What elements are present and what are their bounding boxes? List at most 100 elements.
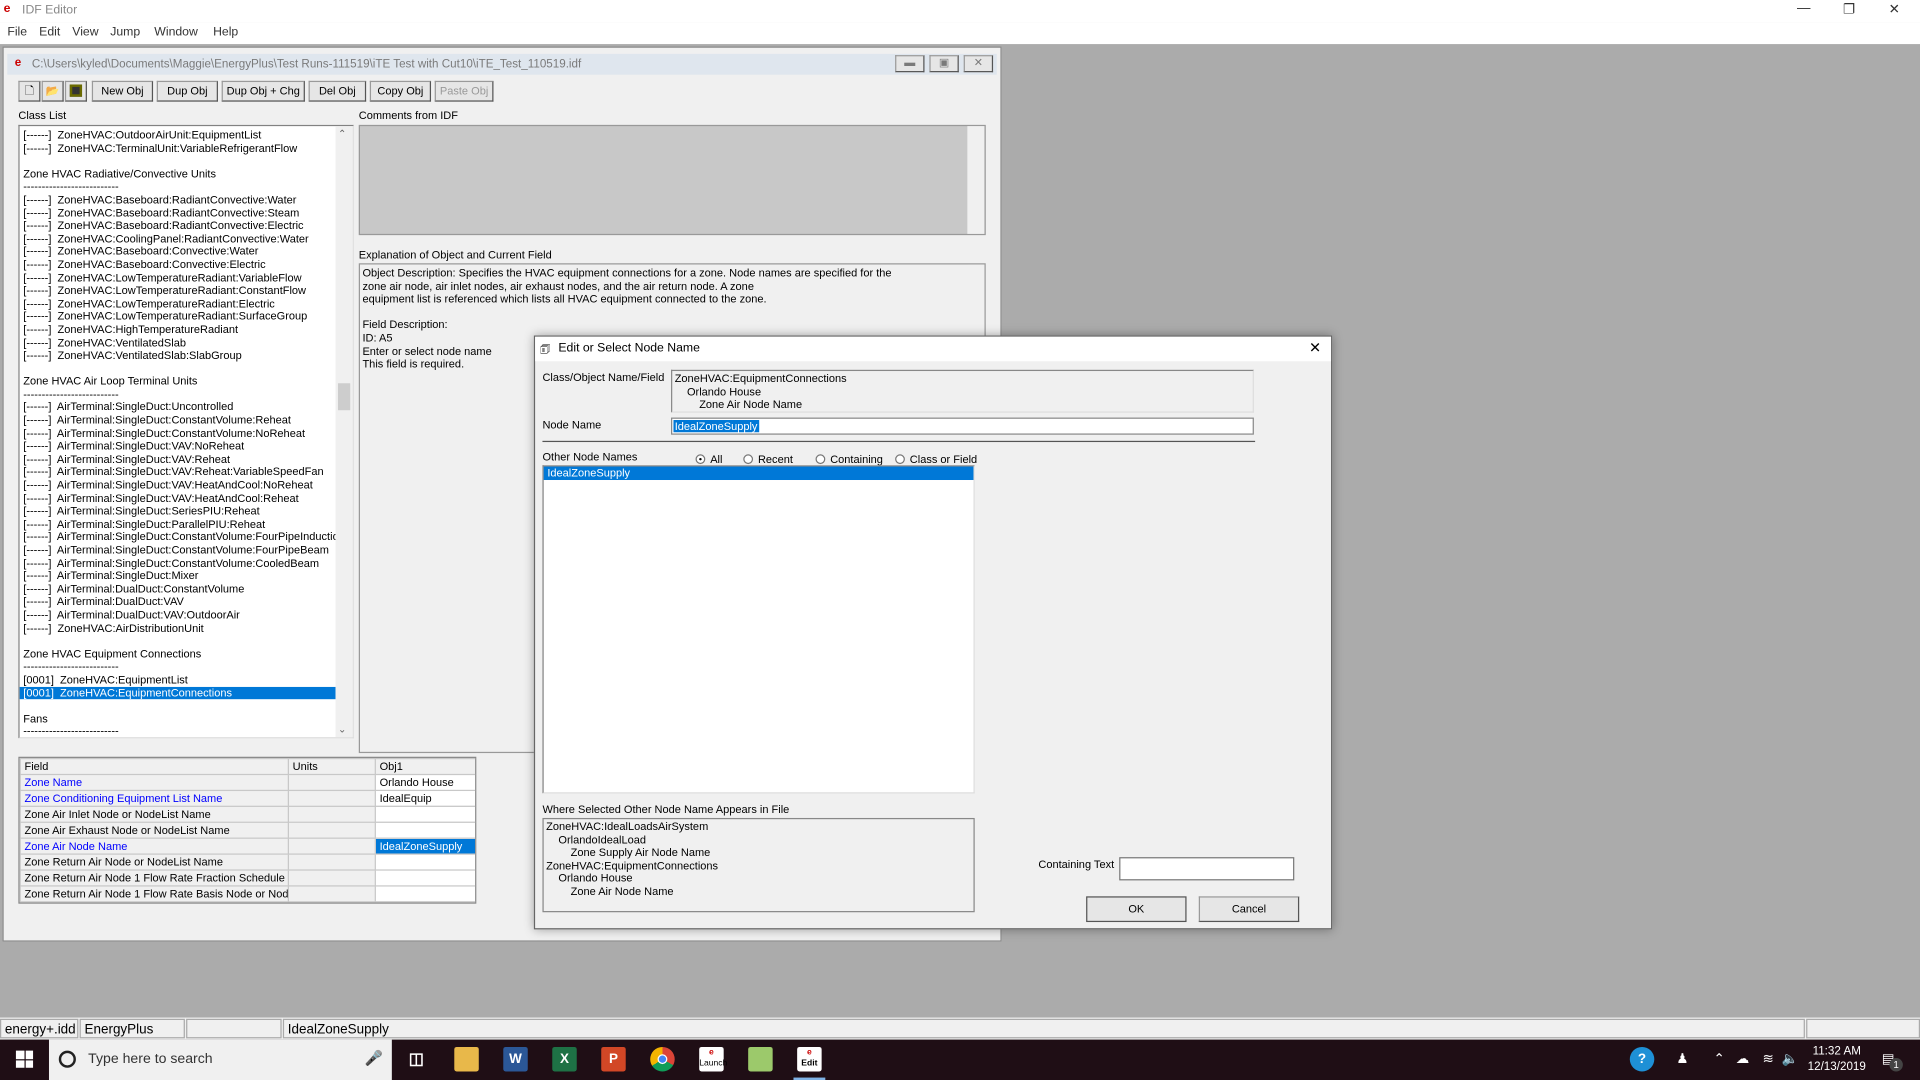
radio-class-indicator[interactable] [895, 454, 905, 465]
notifications-icon[interactable]: ▤ 1 [1876, 1047, 1903, 1072]
windows-start-button[interactable] [15, 1050, 34, 1068]
minimize-button[interactable]: — [1785, 1, 1822, 16]
class-list-item[interactable]: [------] ZoneHVAC:Baseboard:Convective:E… [20, 258, 336, 271]
menu-view[interactable]: View [72, 26, 98, 39]
grid-row[interactable]: Zone Return Air Node 1 Flow Rate Basis N… [19, 885, 476, 903]
class-list-item[interactable]: [------] ZoneHVAC:VentilatedSlab:SlabGro… [20, 349, 336, 362]
ok-button[interactable]: OK [1086, 896, 1187, 923]
grid-value[interactable] [374, 869, 476, 887]
grid-row[interactable]: Zone Conditioning Equipment List Name Ide… [19, 789, 476, 807]
class-list-item[interactable]: [------] AirTerminal:SingleDuct:VAV:Heat… [20, 492, 336, 505]
class-list-item[interactable]: [------] AirTerminal:SingleDuct:VAV:Heat… [20, 479, 336, 492]
grid-value[interactable]: Orlando House [374, 773, 476, 792]
save-file-button[interactable] [64, 80, 87, 102]
ep-launch-icon[interactable]: e Launch [699, 1046, 727, 1072]
chrome-icon[interactable] [650, 1046, 675, 1072]
class-list-item[interactable]: [------] AirTerminal:SingleDuct:Constant… [20, 557, 336, 570]
class-list-item[interactable]: [0001] ZoneHVAC:EquipmentConnections [19, 686, 336, 700]
class-list-item[interactable]: [------] AirTerminal:DualDuct:VAV [20, 596, 336, 609]
class-list-item[interactable]: [------] ZoneHVAC:LowTemperatureRadiant:… [20, 297, 336, 310]
menu-window[interactable]: Window [154, 26, 198, 39]
doc-close-button[interactable]: ✕ [963, 55, 994, 73]
class-list-item[interactable]: [------] AirTerminal:SingleDuct:VAV:NoRe… [20, 440, 336, 453]
scrollbar-thumb[interactable] [337, 383, 351, 411]
class-list[interactable]: [------] ZoneHVAC:OutdoorAirUnit:Equipme… [18, 124, 354, 739]
class-list-item[interactable]: [------] ZoneHVAC:LowTemperatureRadiant:… [20, 284, 336, 297]
dup-obj-chg-button[interactable]: Dup Obj + Chg [221, 80, 305, 102]
grid-value[interactable]: IdealEquip [374, 789, 476, 807]
radio-recent-indicator[interactable] [743, 454, 754, 465]
class-list-item[interactable]: [------] AirTerminal:SingleDuct:VAV:Rehe… [20, 453, 336, 466]
del-obj-button[interactable]: Del Obj [308, 80, 367, 102]
show-hidden-icons[interactable]: ⌃ [1707, 1047, 1731, 1071]
class-list-item[interactable]: [------] AirTerminal:DualDuct:VAV:Outdoo… [20, 609, 336, 622]
new-file-button[interactable]: 🗋 [18, 80, 41, 102]
restore-button[interactable]: ❐ [1831, 1, 1868, 17]
field-grid[interactable]: Field Units Obj1 Zone Name Orlando House Z… [18, 756, 477, 904]
class-list-item[interactable]: [------] AirTerminal:SingleDuct:Constant… [20, 544, 336, 557]
radio-containing-indicator[interactable] [815, 454, 826, 465]
grid-value[interactable]: IdealZoneSupply [374, 837, 476, 855]
taskbar-search-box[interactable]: Type here to search 🎤 [48, 1039, 392, 1080]
menu-file[interactable]: File [7, 26, 27, 39]
new-obj-button[interactable]: New Obj [91, 80, 154, 102]
other-node-names-list[interactable]: IdealZoneSupply [542, 465, 975, 794]
paste-obj-button[interactable]: Paste Obj [434, 80, 494, 102]
doc-maximize-button[interactable]: ▣ [929, 55, 959, 73]
comments-scrollbar[interactable] [967, 126, 985, 234]
radio-class-or-field[interactable]: Class or Field [895, 453, 977, 465]
close-button[interactable]: ✕ [1876, 1, 1913, 17]
class-list-item[interactable]: [------] ZoneHVAC:Baseboard:RadiantConve… [20, 206, 336, 219]
menu-help[interactable]: Help [213, 26, 238, 39]
grid-row[interactable]: Zone Name Orlando House [19, 773, 476, 792]
word-icon[interactable]: W [503, 1046, 528, 1072]
menu-jump[interactable]: Jump [110, 26, 140, 39]
grid-row[interactable]: Zone Air Node Name IdealZoneSupply [19, 837, 476, 855]
grid-value[interactable] [374, 885, 476, 903]
grid-row[interactable]: Zone Return Air Node 1 Flow Rate Fractio… [19, 869, 476, 887]
clock[interactable]: 11:32 AM 12/13/2019 [1805, 1043, 1869, 1075]
class-list-item[interactable]: [------] ZoneHVAC:Baseboard:Convective:W… [20, 245, 336, 258]
comments-box[interactable] [358, 124, 986, 236]
open-file-button[interactable]: 📂 [41, 80, 64, 102]
help-icon[interactable]: ? [1629, 1046, 1655, 1072]
class-list-item[interactable]: [------] AirTerminal:SingleDuct:Constant… [20, 427, 336, 440]
grid-value[interactable] [374, 821, 476, 839]
class-list-item[interactable]: [------] AirTerminal:SingleDuct:VAV:Rehe… [20, 466, 336, 479]
grid-row[interactable]: Zone Air Exhaust Node or NodeList Name [19, 821, 476, 839]
scroll-up-icon[interactable]: ⌃ [338, 129, 346, 140]
doc-minimize-button[interactable]: ▬ [895, 55, 925, 73]
class-list-item[interactable]: [------] ZoneHVAC:OutdoorAirUnit:Equipme… [20, 129, 336, 142]
dup-obj-button[interactable]: Dup Obj [156, 80, 218, 102]
grid-value[interactable] [374, 853, 476, 871]
idf-editor-taskbar-icon[interactable]: e Edit [797, 1046, 822, 1072]
class-list-item[interactable]: [------] ZoneHVAC:VentilatedSlab [20, 336, 336, 349]
class-list-item[interactable]: [------] AirTerminal:SingleDuct:Parallel… [20, 518, 336, 531]
grid-row[interactable]: Zone Return Air Node or NodeList Name [19, 853, 476, 871]
grid-row[interactable]: Zone Air Inlet Node or NodeList Name [19, 805, 476, 823]
excel-icon[interactable]: X [552, 1046, 577, 1072]
class-list-item[interactable]: [------] AirTerminal:SingleDuct:Constant… [20, 414, 336, 427]
microphone-icon[interactable]: 🎤 [365, 1049, 383, 1066]
class-list-scrollbar[interactable]: ⌃ ⌄ [335, 126, 353, 738]
powerpoint-icon[interactable]: P [601, 1046, 626, 1072]
class-list-item[interactable]: [------] ZoneHVAC:CoolingPanel:RadiantCo… [20, 232, 336, 245]
task-view-icon[interactable]: ◫ [404, 1047, 428, 1071]
class-list-item[interactable]: [------] ZoneHVAC:LowTemperatureRadiant:… [20, 271, 336, 284]
class-list-item[interactable]: [------] ZoneHVAC:LowTemperatureRadiant:… [20, 310, 336, 323]
class-list-item[interactable]: [------] ZoneHVAC:Baseboard:RadiantConve… [20, 193, 336, 206]
radio-all[interactable]: All [695, 453, 722, 465]
copy-obj-button[interactable]: Copy Obj [369, 80, 432, 102]
class-list-item[interactable]: [------] AirTerminal:DualDuct:ConstantVo… [20, 583, 336, 596]
class-list-item[interactable]: [------] ZoneHVAC:Baseboard:RadiantConve… [20, 219, 336, 232]
onedrive-icon[interactable]: ☁ [1730, 1047, 1754, 1071]
dialog-close-button[interactable]: ✕ [1309, 339, 1321, 356]
menu-edit[interactable]: Edit [39, 26, 60, 39]
radio-containing[interactable]: Containing [815, 453, 883, 465]
node-name-input[interactable]: IdealZoneSupply [671, 417, 1254, 435]
class-list-item[interactable]: [------] AirTerminal:SingleDuct:Constant… [20, 531, 345, 544]
radio-recent[interactable]: Recent [743, 453, 793, 465]
class-list-item[interactable]: [0001] ZoneHVAC:EquipmentList [20, 673, 336, 686]
class-list-item[interactable]: [------] ZoneHVAC:HighTemperatureRadiant [20, 323, 336, 336]
containing-text-input[interactable] [1119, 857, 1295, 881]
